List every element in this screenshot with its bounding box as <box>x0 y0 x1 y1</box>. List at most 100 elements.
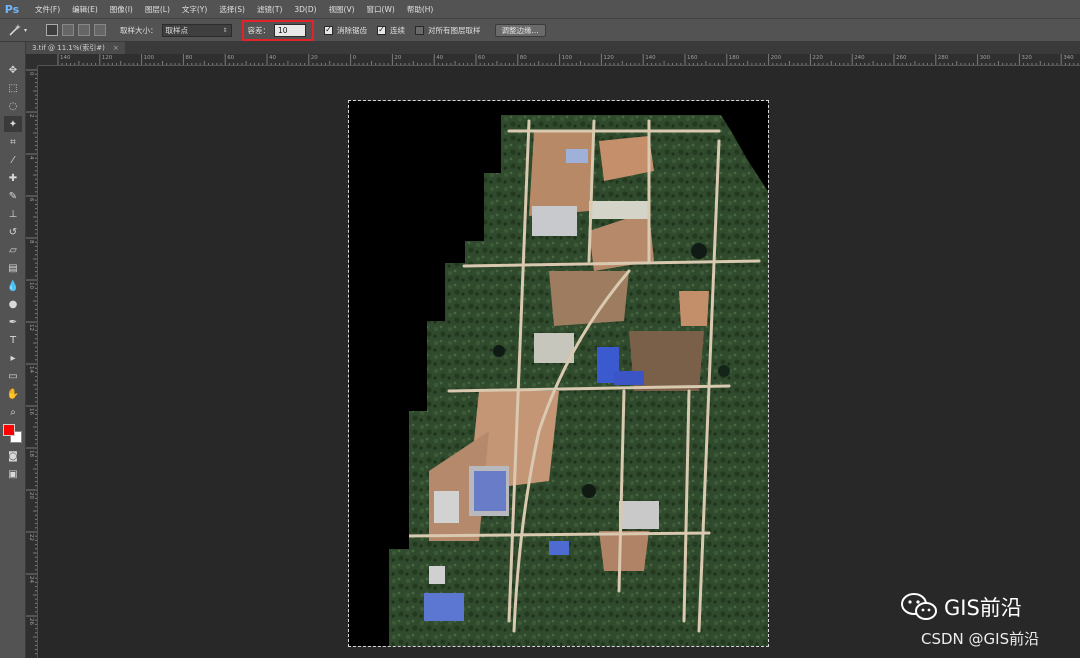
ruler-tick-label: 60 <box>478 55 485 61</box>
clone-stamp-tool-icon[interactable]: ⊥ <box>4 206 22 222</box>
chevron-updown-icon: ⇕ <box>222 26 228 34</box>
ruler-tick-label: 100 <box>143 55 155 61</box>
ruler-tick-label: 26 <box>28 618 34 625</box>
ruler-tick-label: 4 <box>28 156 34 160</box>
ruler-tick-label: 10 <box>28 282 34 289</box>
screen-mode-icon[interactable]: ▣ <box>4 466 22 482</box>
ruler-tick-label: 40 <box>436 55 444 61</box>
gradient-tool-icon[interactable]: ▤ <box>4 260 22 276</box>
subtract-from-selection-button[interactable] <box>78 24 90 36</box>
menu-image[interactable]: 图像(I) <box>104 4 139 15</box>
ruler-tick-label: 40 <box>269 55 276 61</box>
ruler-tick-label: 12 <box>28 324 34 331</box>
document-tab-bar: 3.tif @ 11.1%(索引#) × <box>26 42 1080 54</box>
ruler-tick-label: 16 <box>28 408 34 415</box>
ruler-tick-label: 120 <box>101 55 113 61</box>
document-tab[interactable]: 3.tif @ 11.1%(索引#) × <box>26 42 125 54</box>
ruler-tick-label: 60 <box>227 55 235 61</box>
eraser-tool-icon[interactable]: ▱ <box>4 242 22 258</box>
menu-help[interactable]: 帮助(H) <box>401 4 440 15</box>
healing-brush-tool-icon[interactable]: ✚ <box>4 170 22 186</box>
sample-all-layers-label: 对所有图层取样 <box>428 25 481 35</box>
menu-view[interactable]: 视图(V) <box>323 4 361 15</box>
ruler-tick-label: 240 <box>854 55 865 61</box>
dodge-tool-icon[interactable]: ● <box>4 296 22 312</box>
crop-tool-icon[interactable]: ⌗ <box>4 134 22 150</box>
ruler-origin[interactable] <box>26 54 38 66</box>
magic-wand-tool-icon[interactable]: ✦ <box>4 116 22 132</box>
menu-filter[interactable]: 滤镜(T) <box>251 4 288 15</box>
ruler-tick-label: 6 <box>28 198 34 202</box>
contiguous-label: 连续 <box>390 25 405 35</box>
chevron-down-icon: ▾ <box>24 26 28 34</box>
antialias-checkbox[interactable]: ✓ <box>324 25 333 35</box>
antialias-label: 消除锯齿 <box>337 25 367 35</box>
sample-size-label: 取样大小： <box>120 25 158 35</box>
ruler-tick-label: 260 <box>896 55 907 61</box>
foreground-color-swatch[interactable] <box>3 424 15 436</box>
menu-edit[interactable]: 编辑(E) <box>66 4 104 15</box>
menu-type[interactable]: 文字(Y) <box>176 4 213 15</box>
options-bar: ▾ 取样大小： 取样点 ⇕ 容差： 10 ✓ 消除锯齿 ✓ 连续 对所有图层取样… <box>0 18 1080 42</box>
document-canvas[interactable] <box>348 100 769 647</box>
blur-tool-icon[interactable]: 💧 <box>4 278 22 294</box>
sample-all-layers-checkbox[interactable] <box>415 25 424 35</box>
ruler-tick-label: 320 <box>1021 55 1032 61</box>
menu-select[interactable]: 选择(S) <box>213 4 251 15</box>
marquee-tool-icon[interactable]: ⬚ <box>4 80 22 96</box>
ruler-tick-label: 14 <box>28 366 34 373</box>
lasso-tool-icon[interactable]: ◌ <box>4 98 22 114</box>
tolerance-input[interactable]: 10 <box>274 23 306 37</box>
menu-bar: Ps 文件(F) 编辑(E) 图像(I) 图层(L) 文字(Y) 选择(S) 滤… <box>0 0 1080 18</box>
ruler-tick-label: 160 <box>687 55 698 61</box>
add-to-selection-button[interactable] <box>62 24 74 36</box>
ruler-tick-label: 140 <box>645 55 656 61</box>
wechat-icon <box>901 593 937 620</box>
ruler-tick-label: 80 <box>185 55 193 61</box>
vertical-ruler[interactable]: 0 2 4 6 8 10 12 14 16 18 20 22 24 26 <box>26 66 38 658</box>
intersect-selection-button[interactable] <box>94 24 106 36</box>
ruler-tick-label: 24 <box>28 576 34 583</box>
menu-window[interactable]: 窗口(W) <box>361 4 401 15</box>
move-tool-icon[interactable]: ✥ <box>4 62 22 78</box>
history-brush-tool-icon[interactable]: ↺ <box>4 224 22 240</box>
brush-tool-icon[interactable]: ✎ <box>4 188 22 204</box>
tolerance-highlight-box: 容差： 10 <box>241 19 314 41</box>
hand-tool-icon[interactable]: ✋ <box>4 386 22 402</box>
path-selection-tool-icon[interactable]: ▸ <box>4 350 22 366</box>
ruler-tick-label: 180 <box>728 55 740 61</box>
canvas-area[interactable] <box>38 66 1080 658</box>
zoom-tool-icon[interactable]: ⌕ <box>4 404 22 420</box>
ruler-tick-label: 100 <box>561 55 573 61</box>
sample-size-select[interactable]: 取样点 ⇕ <box>161 23 232 37</box>
ruler-tick-label: 8 <box>28 240 34 244</box>
rectangle-tool-icon[interactable]: ▭ <box>4 368 22 384</box>
ruler-tick-label: 0 <box>352 55 357 61</box>
tools-panel: ✥ ⬚ ◌ ✦ ⌗ ⁄ ✚ ✎ ⊥ ↺ ▱ ▤ 💧 ● ✒ T ▸ ▭ ✋ ⌕ … <box>0 42 26 658</box>
eyedropper-tool-icon[interactable]: ⁄ <box>4 152 22 168</box>
ruler-tick-label: 18 <box>28 450 34 457</box>
ruler-tick-label: 20 <box>28 492 34 499</box>
photoshop-logo: Ps <box>4 2 20 16</box>
ruler-tick-label: 280 <box>937 55 949 61</box>
ruler-tick-label: 300 <box>979 55 991 61</box>
pen-tool-icon[interactable]: ✒ <box>4 314 22 330</box>
watermark-subtitle: CSDN @GIS前沿 <box>921 630 1040 648</box>
ruler-tick-label: 20 <box>394 55 402 61</box>
contiguous-checkbox[interactable]: ✓ <box>377 25 386 35</box>
close-icon[interactable]: × <box>113 44 119 52</box>
type-tool-icon[interactable]: T <box>4 332 22 348</box>
tool-preset-picker[interactable]: ▾ <box>8 21 36 39</box>
new-selection-button[interactable] <box>46 24 58 36</box>
sample-size-value: 取样点 <box>165 25 189 35</box>
menu-file[interactable]: 文件(F) <box>29 4 66 15</box>
ruler-tick-label: 20 <box>310 55 318 61</box>
watermark: GIS前沿 <box>900 592 1022 622</box>
horizontal-ruler[interactable]: 140 120 100 80 60 40 20 0 20 40 60 80 100 120 140 160 18… <box>38 54 1080 66</box>
quick-mask-icon[interactable]: ◙ <box>4 448 22 464</box>
ruler-tick-label: 120 <box>603 55 614 61</box>
menu-layer[interactable]: 图层(L) <box>139 4 176 15</box>
ruler-tick-label: 200 <box>770 55 782 61</box>
menu-3d[interactable]: 3D(D) <box>288 5 322 14</box>
refine-edge-button[interactable]: 调整边缘... <box>494 23 546 37</box>
